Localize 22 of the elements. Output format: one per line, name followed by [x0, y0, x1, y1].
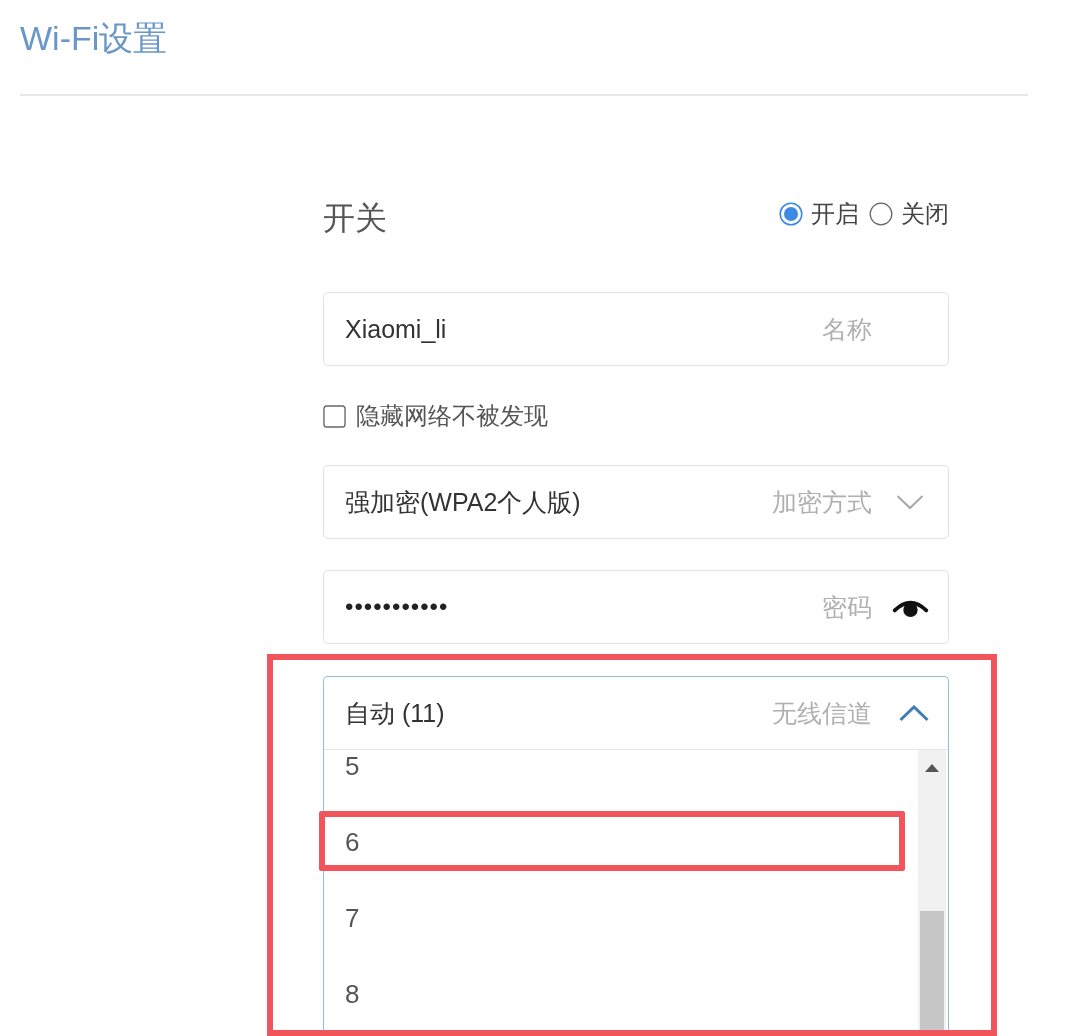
field-value: 强加密(WPA2个人版)	[345, 486, 581, 518]
select-field[interactable]: 强加密(WPA2个人版) 加密方式	[323, 465, 949, 539]
select-field[interactable]: 自动 (11) 无线信道	[324, 677, 948, 750]
switch-label: 开关	[323, 199, 387, 238]
field-caption: 名称	[822, 313, 872, 345]
field-value: Xiaomi_li	[345, 314, 447, 344]
checkbox-option[interactable]: 隐藏网络不被发现	[323, 401, 548, 431]
page-title: Wi-Fi设置	[20, 18, 168, 59]
field-caption: 加密方式	[772, 486, 872, 518]
field-caption: 无线信道	[772, 697, 872, 729]
field-value: •••••••••••	[345, 593, 449, 621]
radio-option[interactable]: 开启	[779, 199, 859, 229]
radio-option[interactable]: 关闭	[869, 199, 949, 229]
dropdown-option[interactable]: 8	[324, 956, 918, 1032]
dropdown-option[interactable]: 5	[324, 750, 918, 804]
scroll-up-icon[interactable]	[925, 764, 939, 772]
field-caption: 密码	[822, 591, 872, 623]
dropdown-option[interactable]: 6	[324, 804, 918, 880]
field-value: 自动 (11)	[345, 697, 445, 729]
dropdown-option[interactable]: 7	[324, 880, 918, 956]
input-field[interactable]: ••••••••••• 密码	[323, 570, 949, 644]
input-field[interactable]: Xiaomi_li 名称	[323, 292, 949, 366]
